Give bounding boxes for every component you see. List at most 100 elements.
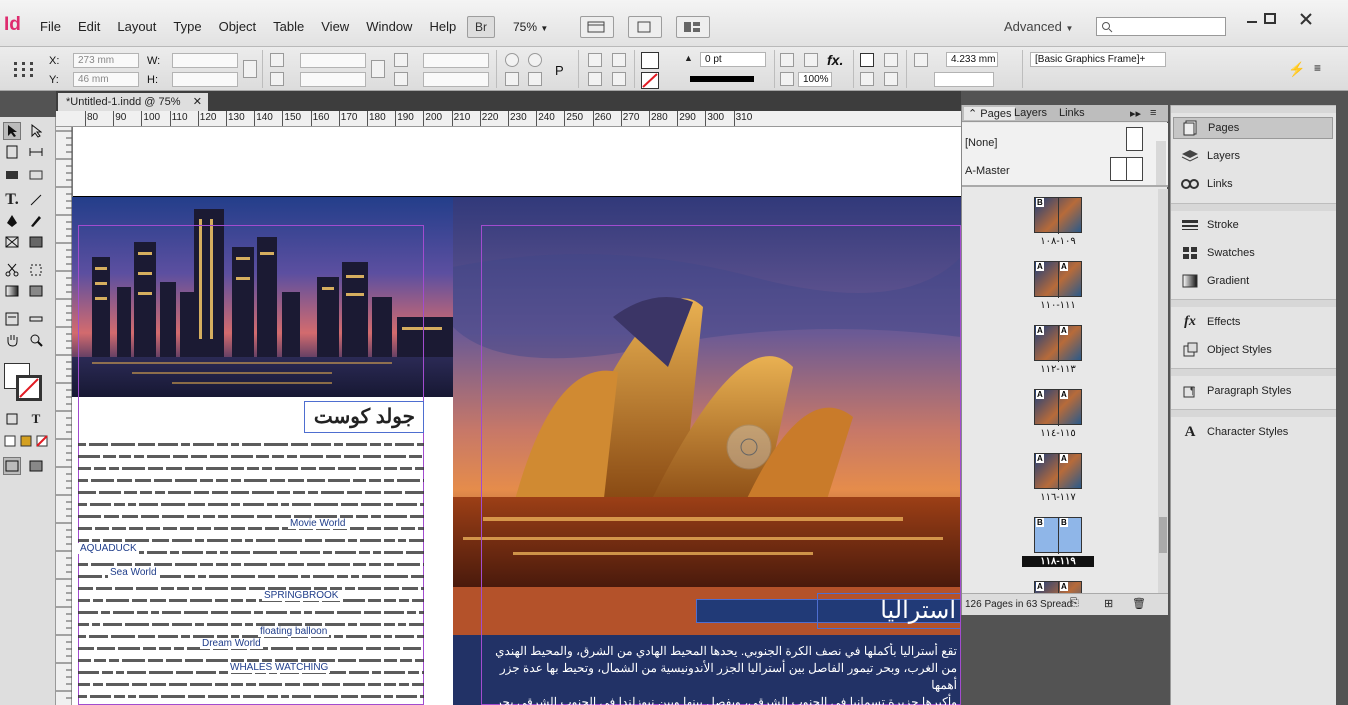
menu-view[interactable]: View — [321, 19, 349, 34]
delete-page-icon[interactable]: 🗑 — [1132, 597, 1146, 610]
dock-grip[interactable] — [1171, 299, 1337, 307]
y-position-field[interactable]: 46 mm — [73, 72, 139, 87]
fill-stroke-proxy[interactable] — [4, 363, 44, 403]
spread-thumbnail[interactable]: AA — [1034, 389, 1082, 426]
screen-mode-button[interactable] — [628, 16, 662, 38]
dock-item-gradient[interactable]: Gradient — [1173, 270, 1333, 292]
stroke-weight-arrow-icon[interactable]: ▲ — [684, 53, 696, 65]
close-tab-icon[interactable]: ✕ — [193, 93, 202, 111]
opacity-field[interactable]: 100% — [798, 72, 832, 87]
fx-icon[interactable]: fx. — [827, 52, 843, 68]
master-a[interactable]: A-Master — [965, 165, 1010, 177]
content-placer-icon[interactable] — [27, 164, 45, 182]
pages-scrollbar[interactable] — [1158, 189, 1168, 593]
rectangle-frame-tool-icon[interactable] — [3, 233, 21, 251]
new-page-icon[interactable]: ⊞ — [1104, 597, 1113, 610]
gradient-feather-tool-icon[interactable] — [27, 282, 45, 300]
reference-point-icon[interactable] — [12, 60, 36, 78]
close-icon[interactable] — [1290, 8, 1322, 30]
stroke-type-select[interactable] — [690, 76, 754, 82]
dock-grip[interactable] — [1171, 409, 1337, 417]
corner-options-icon[interactable] — [914, 53, 928, 67]
panel-menu-icon[interactable]: ≡ — [1314, 61, 1321, 75]
dock-grip[interactable] — [1171, 203, 1337, 211]
content-collector-icon[interactable] — [3, 164, 21, 182]
object-style-select[interactable]: [Basic Graphics Frame]+ — [1030, 52, 1166, 67]
tab-pages[interactable]: ⌃ Pages — [964, 107, 1016, 120]
zoom-tool-icon[interactable] — [27, 331, 45, 349]
menu-help[interactable]: Help — [429, 19, 456, 34]
width-field[interactable] — [172, 53, 238, 68]
lightning-icon[interactable]: ⚡ — [1288, 61, 1305, 78]
corner-size-field[interactable]: 4.233 mm — [946, 52, 998, 67]
zoom-level-select[interactable]: 75% ▼ — [513, 20, 548, 34]
spread-item[interactable]: A A ١١٧-١١٦ — [962, 449, 1158, 511]
page-size-icon[interactable]: ⎘ — [1070, 597, 1079, 610]
dock-item-links[interactable]: Links — [1173, 173, 1333, 195]
type-tool-icon[interactable]: T. — [3, 191, 21, 209]
fill-swatch[interactable] — [641, 52, 659, 69]
master-none-thumb[interactable] — [1126, 127, 1143, 151]
fitting-icon[interactable] — [780, 53, 794, 67]
rotation-angle-field[interactable] — [423, 53, 489, 68]
dock-item-object-styles[interactable]: Object Styles — [1173, 339, 1333, 361]
select-content-icon[interactable] — [612, 53, 626, 67]
spread-thumbnail[interactable]: BB — [1034, 517, 1082, 554]
hand-tool-icon[interactable] — [3, 331, 21, 349]
menu-type[interactable]: Type — [173, 19, 201, 34]
drop-shadow-icon[interactable] — [804, 53, 818, 67]
spread-item[interactable]: B B ١١٩-١١٨ — [962, 513, 1158, 575]
document-tab[interactable]: *Untitled-1.indd @ 75% ✕ — [58, 93, 208, 111]
select-next-icon[interactable] — [612, 72, 626, 86]
menu-edit[interactable]: Edit — [78, 19, 100, 34]
arrange-documents-button[interactable] — [676, 16, 710, 38]
line-tool-icon[interactable] — [27, 191, 45, 209]
spread-thumbnail[interactable]: B — [1034, 197, 1082, 234]
view-options-button[interactable] — [580, 16, 614, 38]
menu-window[interactable]: Window — [366, 19, 412, 34]
dock-item-pages[interactable]: Pages — [1173, 117, 1333, 139]
note-tool-icon[interactable] — [3, 310, 21, 328]
scissors-tool-icon[interactable] — [3, 261, 21, 279]
spread-thumbnail[interactable]: AA — [1034, 325, 1082, 362]
constrain-proportions-icon[interactable] — [243, 60, 257, 78]
panel-expand-icon[interactable]: ▸▸ — [1130, 107, 1141, 120]
stroke-weight-field[interactable]: 0 pt — [700, 52, 766, 67]
masters-scrollbar[interactable] — [1156, 141, 1166, 185]
flip-vertical-icon[interactable] — [528, 72, 542, 86]
spread-item[interactable]: B ١٠٩-١٠٨ — [962, 193, 1158, 255]
formatting-text-icon[interactable]: T — [27, 410, 45, 428]
menu-file[interactable]: File — [40, 19, 61, 34]
spread-item[interactable]: A A ١١١-١١٠ — [962, 257, 1158, 319]
constrain-scale-icon[interactable] — [371, 60, 385, 78]
normal-view-icon[interactable] — [3, 457, 21, 475]
text-wrap-bbox-icon[interactable] — [884, 53, 898, 67]
menu-object[interactable]: Object — [219, 19, 257, 34]
document-canvas[interactable]: جولد كوست Movie World AQUADUCK Sea World… — [72, 127, 961, 705]
dock-item-swatches[interactable]: Swatches — [1173, 242, 1333, 264]
spread-thumbnail[interactable]: AA — [1034, 581, 1082, 593]
selection-tool-icon[interactable] — [3, 122, 21, 140]
master-none[interactable]: [None] — [965, 137, 997, 149]
dock-item-effects[interactable]: fx Effects — [1173, 311, 1333, 333]
spread-thumbnail[interactable]: AA — [1034, 261, 1082, 298]
dock-grip[interactable] — [1171, 105, 1337, 113]
menu-table[interactable]: Table — [273, 19, 304, 34]
tab-layers[interactable]: Layers — [1014, 107, 1047, 119]
page-tool-icon[interactable] — [3, 143, 21, 161]
measure-tool-icon[interactable] — [27, 310, 45, 328]
corner-shape-select[interactable] — [934, 72, 994, 87]
dock-item-character-styles[interactable]: A Character Styles — [1173, 421, 1333, 443]
dock-item-layers[interactable]: Layers — [1173, 145, 1333, 167]
gold-coast-body-text[interactable]: Movie World AQUADUCK Sea World SPRINGBRO… — [78, 436, 424, 705]
restore-icon[interactable] — [1254, 8, 1286, 30]
tab-links[interactable]: Links — [1059, 107, 1085, 119]
flip-horizontal-icon[interactable] — [505, 72, 519, 86]
rotate-ccw-icon[interactable] — [528, 53, 542, 67]
preview-view-icon[interactable] — [27, 457, 45, 475]
gradient-swatch-tool-icon[interactable] — [3, 282, 21, 300]
help-search-input[interactable] — [1096, 17, 1226, 36]
free-transform-tool-icon[interactable] — [27, 261, 45, 279]
x-position-field[interactable]: 273 mm — [73, 53, 139, 68]
spread-item[interactable]: A A ١١٣-١١٢ — [962, 321, 1158, 383]
